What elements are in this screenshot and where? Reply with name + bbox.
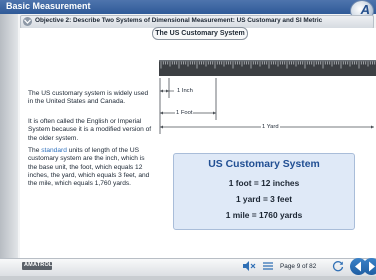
refresh-icon[interactable] xyxy=(331,259,345,273)
ruler-ticks xyxy=(159,60,376,69)
next-page-button[interactable] xyxy=(363,258,376,275)
objective-text: Objective 2: Describe Two Systems of Dim… xyxy=(35,17,323,24)
paragraph-2: It is often called the English or Imperi… xyxy=(28,118,152,142)
card-line-foot: 1 foot = 12 inches xyxy=(228,178,300,188)
left-edge-strip xyxy=(0,14,18,258)
inch-label: 1 Inch xyxy=(176,88,194,94)
yardstick-ruler xyxy=(159,60,376,76)
card-line-yard: 1 yard = 3 feet xyxy=(235,194,293,204)
speaker-mute-icon[interactable] xyxy=(242,260,256,272)
section-title: The US Customary System xyxy=(152,27,248,40)
paragraph-3-prefix: The xyxy=(28,147,42,154)
yard-label: 1 Yard xyxy=(261,124,280,130)
paragraph-1: The US customary system is widely used i… xyxy=(28,90,149,106)
menu-icon[interactable] xyxy=(262,260,274,272)
standard-link[interactable]: standard xyxy=(41,147,67,154)
foot-label: 1 Foot xyxy=(175,110,194,116)
card-line-mile: 1 mile = 1760 yards xyxy=(225,210,303,220)
bottom-toolbar xyxy=(0,258,376,276)
paragraph-3: The standard units of length of the US c… xyxy=(28,147,152,188)
amatrol-brand-logo: AMATROL xyxy=(22,262,52,270)
app-title: Basic Measurement xyxy=(6,1,91,11)
arrow-right-icon xyxy=(369,261,375,272)
us-customary-card: US Customary System 1 foot = 12 inches 1… xyxy=(173,153,355,230)
chevron-down-icon[interactable] xyxy=(23,17,32,26)
card-title: US Customary System xyxy=(208,159,320,170)
brand-text: AMATROL xyxy=(24,262,53,268)
page-indicator: Page 9 of 82 xyxy=(280,263,317,270)
title-bar: Basic Measurement xyxy=(0,0,376,14)
